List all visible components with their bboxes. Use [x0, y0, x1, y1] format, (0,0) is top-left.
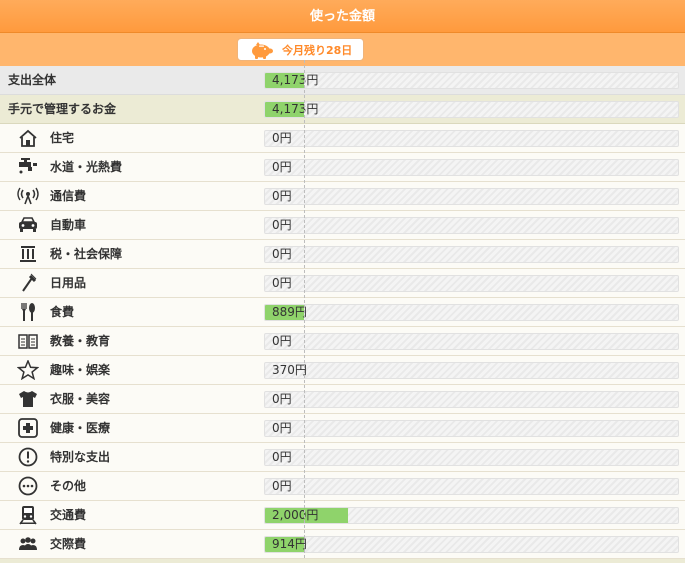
category-bar: 914円: [264, 536, 679, 553]
category-row-car[interactable]: 自動車 0円: [0, 211, 685, 240]
managed-money-label: 手元で管理するお金: [8, 102, 117, 116]
faucet-icon: [17, 157, 39, 177]
category-bar: 0円: [264, 420, 679, 437]
category-label: 日用品: [50, 276, 87, 290]
category-bar: 889円: [264, 304, 679, 321]
fork-knife-icon: [17, 302, 39, 322]
category-label: 交通費: [50, 508, 87, 522]
category-row-transport[interactable]: 交通費 2,000円: [0, 501, 685, 530]
tshirt-icon: [17, 389, 39, 409]
managed-money-value: 4,173円: [272, 102, 319, 116]
car-icon: [17, 215, 39, 235]
days-remaining-badge: 今月残り28日: [237, 38, 364, 61]
medical-cross-icon: [17, 418, 39, 438]
piggy-bank-icon: [252, 41, 273, 59]
category-bar: 2,000円: [264, 507, 679, 524]
category-value: 0円: [272, 189, 292, 203]
category-value: 2,000円: [272, 508, 319, 522]
house-icon: [17, 128, 39, 148]
category-label: 特別な支出: [50, 450, 111, 464]
category-row-communication[interactable]: 通信費 0円: [0, 182, 685, 211]
category-label: その他: [50, 479, 87, 493]
train-icon: [17, 505, 39, 525]
category-bar: 0円: [264, 478, 679, 495]
category-bar: 0円: [264, 275, 679, 292]
category-value: 0円: [272, 160, 292, 174]
category-value: 370円: [272, 363, 307, 377]
days-remaining-text: 今月残り28日: [282, 43, 353, 57]
more-dots-icon: [17, 476, 39, 496]
category-row-health[interactable]: 健康・医療 0円: [0, 414, 685, 443]
open-book-icon: [17, 331, 39, 351]
category-row-social[interactable]: 交際費 914円: [0, 530, 685, 559]
category-value: 889円: [272, 305, 307, 319]
category-value: 0円: [272, 392, 292, 406]
category-row-utilities[interactable]: 水道・光熱費 0円: [0, 153, 685, 182]
managed-money-row[interactable]: 手元で管理するお金 4,173円: [0, 95, 685, 124]
category-row-education[interactable]: 教養・教育 0円: [0, 327, 685, 356]
total-spending-row[interactable]: 支出全体 4,173円: [0, 66, 685, 95]
category-label: 趣味・娯楽: [50, 363, 111, 377]
category-bar: 0円: [264, 449, 679, 466]
category-row-hobbies[interactable]: 趣味・娯楽 370円: [0, 356, 685, 385]
category-bar: 0円: [264, 333, 679, 350]
exclamation-icon: [17, 447, 39, 467]
header-title: 使った金額: [0, 0, 685, 33]
category-bar: 0円: [264, 391, 679, 408]
category-label: 交際費: [50, 537, 87, 551]
antenna-icon: [17, 186, 39, 206]
category-value: 0円: [272, 479, 292, 493]
category-row-clothing[interactable]: 衣服・美容 0円: [0, 385, 685, 414]
category-bar: 0円: [264, 217, 679, 234]
category-value: 0円: [272, 334, 292, 348]
category-value: 0円: [272, 450, 292, 464]
category-label: 税・社会保障: [50, 247, 123, 261]
category-value: 0円: [272, 276, 292, 290]
category-label: 水道・光熱費: [50, 160, 123, 174]
category-label: 自動車: [50, 218, 87, 232]
total-spending-label: 支出全体: [8, 73, 57, 87]
total-spending-value: 4,173円: [272, 73, 319, 87]
footer-strip: [0, 559, 685, 563]
category-label: 住宅: [50, 131, 75, 145]
category-row-housing[interactable]: 住宅 0円: [0, 124, 685, 153]
category-row-other[interactable]: その他 0円: [0, 472, 685, 501]
category-label: 教養・教育: [50, 334, 111, 348]
star-icon: [16, 359, 40, 381]
category-row-special[interactable]: 特別な支出 0円: [0, 443, 685, 472]
managed-money-bar: 4,173円: [264, 101, 679, 118]
category-bar: 0円: [264, 246, 679, 263]
today-marker-line: [304, 60, 305, 563]
total-spending-bar: 4,173円: [264, 72, 679, 89]
category-value: 0円: [272, 218, 292, 232]
category-row-daily-goods[interactable]: 日用品 0円: [0, 269, 685, 298]
category-value: 0円: [272, 247, 292, 261]
people-icon: [17, 534, 39, 554]
category-label: 通信費: [50, 189, 87, 203]
category-bar: 0円: [264, 159, 679, 176]
category-value: 914円: [272, 537, 307, 551]
category-bar: 370円: [264, 362, 679, 379]
toothbrush-icon: [17, 273, 39, 293]
category-bar: 0円: [264, 130, 679, 147]
category-bar: 0円: [264, 188, 679, 205]
category-row-tax[interactable]: 税・社会保障 0円: [0, 240, 685, 269]
category-label: 健康・医療: [50, 421, 111, 435]
category-label: 食費: [50, 305, 75, 319]
category-value: 0円: [272, 131, 292, 145]
category-label: 衣服・美容: [50, 392, 111, 406]
category-value: 0円: [272, 421, 292, 435]
category-row-food[interactable]: 食費 889円: [0, 298, 685, 327]
government-building-icon: [17, 244, 39, 264]
